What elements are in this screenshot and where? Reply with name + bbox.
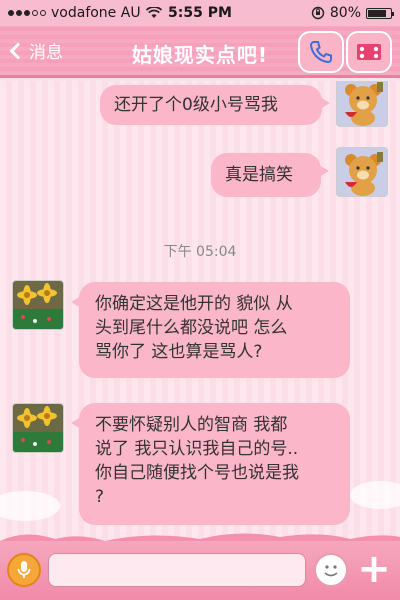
signal-dot <box>16 10 22 16</box>
my-avatar[interactable] <box>336 147 388 197</box>
message-bubble-incoming[interactable]: 不要怀疑别人的智商 我都 说了 我只认识我自己的号.. 你自己随便找个号也说是我… <box>71 403 350 525</box>
status-left: vodafone AU <box>8 5 162 21</box>
signal-dot <box>24 10 30 16</box>
message-text: 真是搞笑 <box>225 165 293 185</box>
status-right: 80% <box>311 5 394 21</box>
battery-icon <box>366 7 394 19</box>
message-bubble-outgoing[interactable]: 还开了个0级小号骂我 <box>100 85 330 125</box>
profile-menu-button[interactable] <box>346 31 392 73</box>
call-button[interactable] <box>298 31 344 73</box>
contact-avatar[interactable] <box>12 280 64 330</box>
orientation-lock-icon <box>311 6 325 20</box>
message-timestamp: 下午 05:04 <box>163 244 237 260</box>
bear-avatar-icon <box>345 82 383 126</box>
status-time: 5:55 PM <box>168 5 232 21</box>
battery-fill <box>368 9 386 17</box>
profile-card-icon <box>357 44 381 60</box>
wifi-icon <box>145 7 162 18</box>
signal-dot <box>32 10 38 16</box>
cloud-decoration <box>0 491 60 521</box>
status-bar: vodafone AU 5:55 PM 80% <box>0 0 400 26</box>
input-toolbar: + <box>0 541 400 600</box>
smiley-icon <box>324 565 338 577</box>
cloud-decoration <box>350 481 400 509</box>
message-input[interactable] <box>48 553 306 587</box>
message-line: 头到尾什么都没说吧 怎么 <box>95 318 288 338</box>
plus-icon: + <box>357 546 391 592</box>
contact-avatar[interactable] <box>12 403 64 453</box>
emoji-button[interactable] <box>314 553 348 587</box>
message-text: 还开了个0级小号骂我 <box>114 95 278 115</box>
voice-input-button[interactable] <box>7 553 41 587</box>
message-line: 不要怀疑别人的智商 我都 <box>95 415 288 435</box>
microphone-icon <box>17 561 31 578</box>
message-line: 你确定这是他开的 貌似 从 <box>95 294 293 314</box>
chat-area[interactable]: 还开了个0级小号骂我 真是搞笑 下午 05:04 你确定这是他开的 貌似 从 头… <box>0 81 400 541</box>
signal-strength-icon <box>8 10 46 16</box>
message-bubble-incoming[interactable]: 你确定这是他开的 貌似 从 头到尾什么都没说吧 怎么 骂你了 这也算是骂人? <box>71 282 350 378</box>
signal-dot <box>40 10 46 16</box>
plus-button[interactable]: + <box>356 549 392 589</box>
message-line: 骂你了 这也算是骂人? <box>95 342 263 362</box>
signal-dot <box>8 10 14 16</box>
flower-avatar-icon <box>13 406 63 452</box>
nav-bar: 消息 姑娘现实点吧! <box>0 26 400 78</box>
message-bubble-outgoing[interactable]: 真是搞笑 <box>211 153 329 197</box>
flower-avatar-icon <box>13 283 63 329</box>
phone-icon <box>309 41 332 64</box>
carrier-name: vodafone AU <box>51 5 141 21</box>
bear-avatar-icon <box>345 152 383 196</box>
my-avatar[interactable] <box>336 81 388 127</box>
message-line: ? <box>95 487 105 507</box>
message-line: 你自己随便找个号也说是我 <box>95 463 299 483</box>
message-line: 说了 我只认识我自己的号.. <box>95 439 299 459</box>
battery-percent: 80% <box>329 5 361 21</box>
